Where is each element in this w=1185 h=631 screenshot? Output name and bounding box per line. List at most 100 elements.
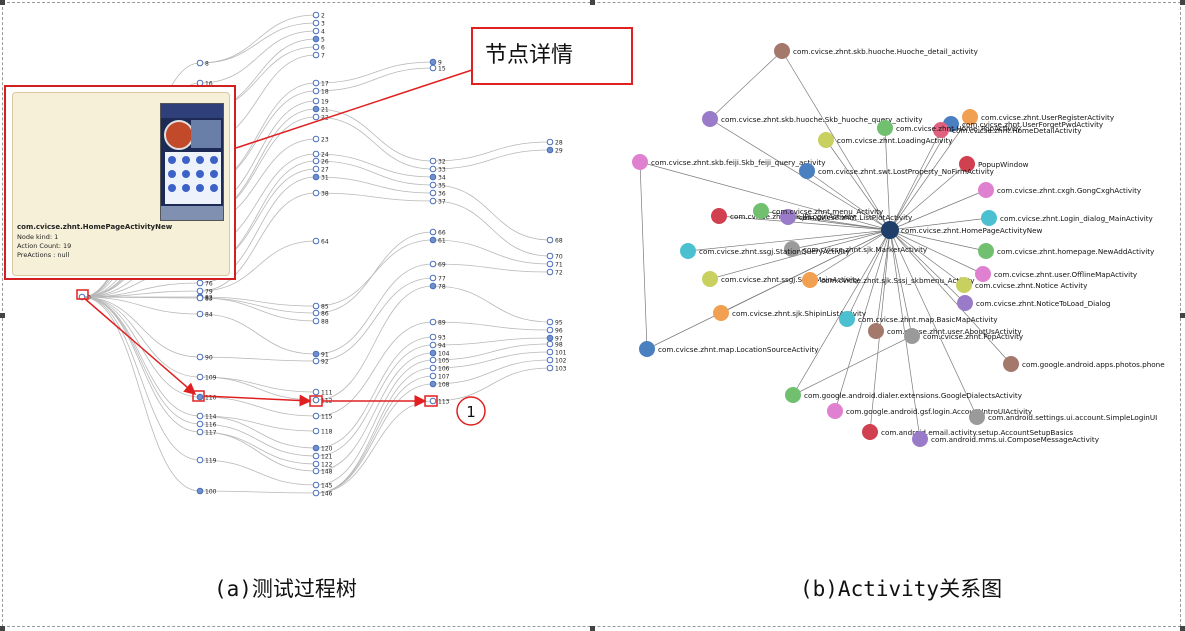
tree-node[interactable] bbox=[429, 380, 437, 388]
selection-handle[interactable] bbox=[0, 626, 5, 631]
tree-node[interactable] bbox=[196, 412, 204, 420]
tree-node[interactable] bbox=[196, 428, 204, 436]
tree-node[interactable] bbox=[196, 420, 204, 428]
tree-node[interactable] bbox=[429, 356, 437, 364]
tree-node[interactable] bbox=[429, 333, 437, 341]
activity-node[interactable] bbox=[753, 203, 769, 219]
selection-handle[interactable] bbox=[1180, 0, 1185, 5]
tree-node[interactable] bbox=[312, 427, 320, 435]
selection-handle[interactable] bbox=[590, 626, 595, 631]
tree-node[interactable] bbox=[546, 356, 554, 364]
tree-node[interactable] bbox=[312, 350, 320, 358]
activity-node[interactable] bbox=[818, 132, 834, 148]
activity-node[interactable] bbox=[799, 163, 815, 179]
tree-node[interactable] bbox=[546, 146, 554, 154]
tree-node[interactable] bbox=[429, 318, 437, 326]
tree-node[interactable] bbox=[196, 59, 204, 67]
tree-node[interactable] bbox=[312, 11, 320, 19]
activity-node[interactable] bbox=[711, 208, 727, 224]
tree-node[interactable] bbox=[546, 236, 554, 244]
tree-node[interactable] bbox=[196, 353, 204, 361]
activity-node[interactable] bbox=[639, 341, 655, 357]
tree-node[interactable] bbox=[312, 150, 320, 158]
tree-node[interactable] bbox=[429, 341, 437, 349]
tree-node[interactable] bbox=[312, 35, 320, 43]
tree-node[interactable] bbox=[312, 113, 320, 121]
tree-node[interactable] bbox=[312, 51, 320, 59]
tree-node[interactable] bbox=[312, 173, 320, 181]
tree-node[interactable] bbox=[312, 189, 320, 197]
tree-node[interactable] bbox=[429, 173, 437, 181]
tree-node[interactable] bbox=[546, 260, 554, 268]
activity-node[interactable] bbox=[978, 182, 994, 198]
activity-node[interactable] bbox=[969, 409, 985, 425]
activity-node-center[interactable] bbox=[881, 221, 899, 239]
activity-node[interactable] bbox=[981, 210, 997, 226]
tree-node[interactable] bbox=[429, 197, 437, 205]
tree-node[interactable] bbox=[196, 373, 204, 381]
activity-node[interactable] bbox=[839, 311, 855, 327]
activity-node[interactable] bbox=[632, 154, 648, 170]
tree-node[interactable] bbox=[312, 357, 320, 365]
tree-node[interactable] bbox=[429, 274, 437, 282]
tree-node[interactable] bbox=[312, 489, 320, 497]
tree-node[interactable] bbox=[312, 467, 320, 475]
tree-node[interactable] bbox=[546, 318, 554, 326]
tree-node[interactable] bbox=[429, 236, 437, 244]
tree-node[interactable] bbox=[429, 364, 437, 372]
tree-node[interactable] bbox=[312, 444, 320, 452]
activity-node[interactable] bbox=[904, 328, 920, 344]
tree-node[interactable] bbox=[312, 135, 320, 143]
activity-node[interactable] bbox=[957, 295, 973, 311]
tree-node[interactable] bbox=[312, 388, 320, 396]
activity-node[interactable] bbox=[877, 120, 893, 136]
tree-node[interactable] bbox=[312, 157, 320, 165]
tree-node[interactable] bbox=[429, 282, 437, 290]
tree-node[interactable] bbox=[312, 460, 320, 468]
activity-node[interactable] bbox=[975, 266, 991, 282]
tree-node[interactable] bbox=[196, 279, 204, 287]
tree-node[interactable] bbox=[196, 287, 204, 295]
activity-node[interactable] bbox=[978, 243, 994, 259]
tree-node[interactable] bbox=[429, 181, 437, 189]
tree-node[interactable] bbox=[312, 43, 320, 51]
tree-node[interactable] bbox=[312, 302, 320, 310]
tree-node[interactable] bbox=[312, 452, 320, 460]
activity-node[interactable] bbox=[827, 403, 843, 419]
activity-node[interactable] bbox=[912, 431, 928, 447]
tree-node[interactable] bbox=[546, 252, 554, 260]
tree-node[interactable] bbox=[196, 393, 204, 401]
tree-node[interactable] bbox=[546, 364, 554, 372]
tree-node[interactable] bbox=[312, 19, 320, 27]
tree-node[interactable] bbox=[312, 165, 320, 173]
tree-node[interactable] bbox=[312, 105, 320, 113]
tree-node[interactable] bbox=[196, 310, 204, 318]
tree-node[interactable] bbox=[429, 189, 437, 197]
tree-node[interactable] bbox=[312, 481, 320, 489]
activity-node[interactable] bbox=[1003, 356, 1019, 372]
tree-node[interactable] bbox=[429, 157, 437, 165]
activity-node[interactable] bbox=[713, 305, 729, 321]
activity-node[interactable] bbox=[774, 43, 790, 59]
activity-node[interactable] bbox=[868, 323, 884, 339]
tree-node[interactable] bbox=[546, 348, 554, 356]
activity-node[interactable] bbox=[956, 277, 972, 293]
tree-node[interactable] bbox=[546, 334, 554, 342]
tree-node[interactable] bbox=[196, 456, 204, 464]
tree-node[interactable] bbox=[429, 397, 437, 405]
activity-node[interactable] bbox=[785, 387, 801, 403]
activity-node[interactable] bbox=[702, 111, 718, 127]
tree-node[interactable] bbox=[429, 58, 437, 66]
tree-node[interactable] bbox=[429, 349, 437, 357]
tree-node[interactable] bbox=[546, 326, 554, 334]
tree-node[interactable] bbox=[312, 87, 320, 95]
tree-node[interactable] bbox=[312, 79, 320, 87]
activity-node[interactable] bbox=[702, 271, 718, 287]
tree-node[interactable] bbox=[546, 268, 554, 276]
activity-node[interactable] bbox=[862, 424, 878, 440]
tree-node[interactable] bbox=[196, 487, 204, 495]
activity-node[interactable] bbox=[802, 272, 818, 288]
tree-node[interactable] bbox=[312, 396, 320, 404]
tree-node[interactable] bbox=[429, 372, 437, 380]
tree-node[interactable] bbox=[546, 340, 554, 348]
